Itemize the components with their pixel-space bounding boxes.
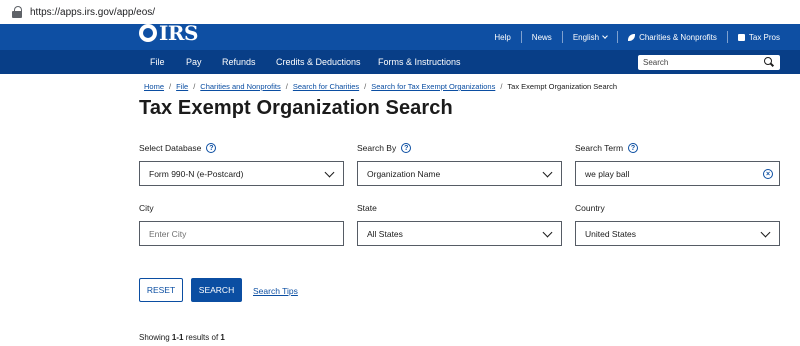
select-database-value: Form 990-N (e-Postcard) <box>149 168 244 179</box>
country-dropdown[interactable]: United States <box>575 221 780 246</box>
search-icon[interactable] <box>764 57 774 67</box>
search-by-label: Search By ? <box>357 143 412 153</box>
search-button[interactable]: SEARCH <box>191 278 242 302</box>
logo-text: IRS <box>159 21 198 45</box>
nav-forms-instructions[interactable]: Forms & Instructions <box>378 57 461 67</box>
help-icon[interactable]: ? <box>628 143 639 153</box>
results-count: Showing 1-1 results of 1 <box>139 333 225 342</box>
nav-pay[interactable]: Pay <box>186 57 202 67</box>
state-label: State <box>357 203 377 213</box>
charities-label: Charities & Nonprofits <box>639 32 717 42</box>
briefcase-icon <box>737 33 745 41</box>
language-label: English <box>572 32 600 42</box>
breadcrumb-search-teo[interactable]: Search for Tax Exempt Organizations <box>371 82 495 91</box>
breadcrumb-file[interactable]: File <box>176 82 188 91</box>
search-term-value: we play ball <box>585 168 630 179</box>
search-term-input[interactable]: we play ball × <box>575 161 780 186</box>
breadcrumb-current: Tax Exempt Organization Search <box>507 82 618 91</box>
chevron-down-icon <box>602 33 608 39</box>
breadcrumb-home[interactable]: Home <box>144 82 164 91</box>
site-search <box>638 55 780 70</box>
eagle-logo-icon <box>139 24 157 42</box>
state-dropdown[interactable]: All States <box>357 221 562 246</box>
city-placeholder: Enter City <box>149 228 187 239</box>
address-url[interactable]: https://apps.irs.gov/app/eos/ <box>30 7 155 18</box>
page-title: Tax Exempt Organization Search <box>139 97 453 119</box>
select-database-dropdown[interactable]: Form 990-N (e-Postcard) <box>139 161 344 186</box>
tax-pros-label: Tax Pros <box>748 32 780 42</box>
search-by-value: Organization Name <box>367 168 441 179</box>
nav-refunds[interactable]: Refunds <box>222 57 256 67</box>
nav-credits-deductions[interactable]: Credits & Deductions <box>276 57 361 67</box>
browser-address-bar[interactable]: https://apps.irs.gov/app/eos/ <box>0 0 800 24</box>
search-tips-link[interactable]: Search Tips <box>253 286 298 296</box>
site-search-input[interactable] <box>638 58 758 67</box>
utility-nav: Help News English Charities & Nonprofits… <box>484 24 780 50</box>
chevron-down-icon <box>542 167 553 178</box>
language-dropdown[interactable]: English <box>563 31 619 43</box>
clear-icon[interactable]: × <box>763 169 773 179</box>
state-value: All States <box>367 228 403 239</box>
search-by-dropdown[interactable]: Organization Name <box>357 161 562 186</box>
country-label: Country <box>575 203 605 213</box>
chevron-down-icon <box>542 227 553 238</box>
lock-icon <box>12 6 22 18</box>
reset-button[interactable]: RESET <box>139 278 183 302</box>
help-icon[interactable]: ? <box>401 143 412 153</box>
city-input[interactable]: Enter City <box>139 221 344 246</box>
search-term-label: Search Term ? <box>575 143 639 153</box>
chevron-down-icon <box>760 227 771 238</box>
leaf-icon <box>628 33 636 41</box>
city-label: City <box>139 203 154 213</box>
irs-logo[interactable]: IRS <box>139 21 198 45</box>
charities-link[interactable]: Charities & Nonprofits <box>618 31 728 43</box>
select-database-label: Select Database ? <box>139 143 217 153</box>
help-link[interactable]: Help <box>484 31 522 43</box>
news-link[interactable]: News <box>522 31 563 43</box>
help-icon[interactable]: ? <box>206 143 217 153</box>
tax-pros-link[interactable]: Tax Pros <box>728 31 780 43</box>
breadcrumb: Home / File / Charities and Nonprofits / Searc… <box>144 82 618 91</box>
chevron-down-icon <box>324 167 335 178</box>
country-value: United States <box>585 228 637 239</box>
breadcrumb-charities[interactable]: Charities and Nonprofits <box>200 82 280 91</box>
nav-file[interactable]: File <box>150 57 165 67</box>
breadcrumb-search-charities[interactable]: Search for Charities <box>293 82 359 91</box>
